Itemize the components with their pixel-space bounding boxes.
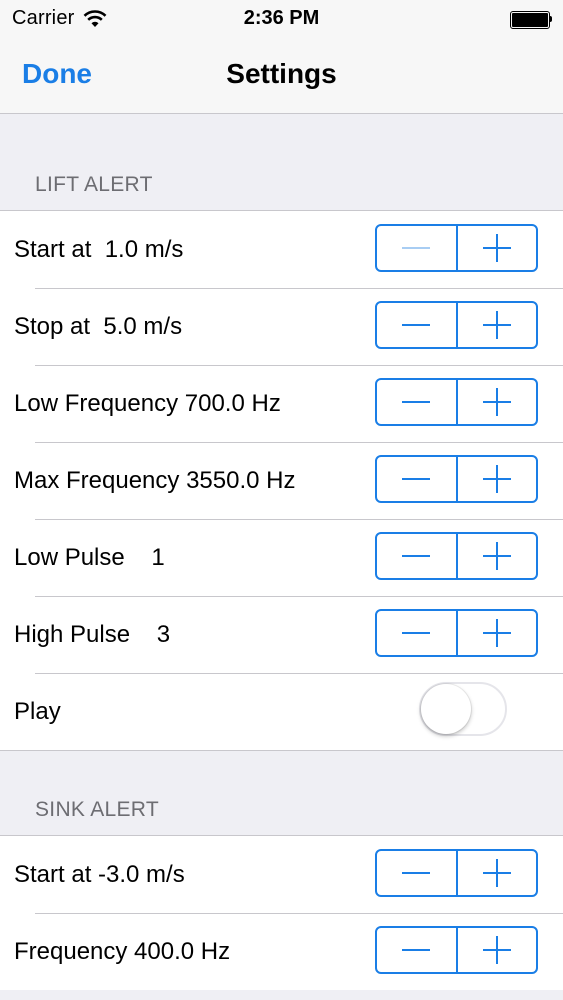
setting-label: Low Frequency 700.0 Hz — [14, 390, 281, 417]
sink-alert-group: Start at -3.0 m/s Frequency 400.0 Hz — [0, 835, 563, 990]
page-title: Settings — [226, 58, 337, 89]
setting-label: Start at -3.0 m/s — [14, 861, 185, 888]
increment-button[interactable] — [455, 380, 537, 424]
setting-label: Stop at 5.0 m/s — [14, 313, 183, 340]
plus-icon — [482, 388, 511, 416]
decrement-button[interactable] — [377, 611, 456, 655]
plus-icon — [482, 619, 511, 647]
setting-row-lift-start: Start at 1.0 m/s — [0, 211, 563, 288]
setting-label: Low Pulse 1 — [14, 544, 165, 571]
increment-button[interactable] — [455, 928, 537, 972]
setting-row-high-pulse: High Pulse 3 — [0, 596, 563, 673]
plus-icon — [482, 234, 511, 262]
minus-icon — [402, 619, 431, 647]
decrement-button[interactable] — [377, 534, 456, 578]
stepper-sink-start — [375, 849, 538, 897]
setting-label: Max Frequency 3550.0 Hz — [14, 467, 296, 494]
section-header-lift-alert: LIFT ALERT — [35, 173, 153, 196]
status-bar: Carrier 2:36 PM — [0, 0, 563, 38]
setting-row-play: Play — [0, 673, 563, 750]
stepper-lift-stop — [375, 301, 538, 349]
increment-button[interactable] — [455, 457, 537, 501]
play-toggle[interactable] — [419, 682, 507, 736]
minus-icon — [402, 936, 431, 964]
plus-icon — [482, 311, 511, 339]
minus-icon — [402, 311, 431, 339]
minus-icon — [402, 388, 431, 416]
increment-button[interactable] — [455, 303, 537, 347]
section-header-sink-alert: SINK ALERT — [35, 798, 159, 821]
setting-row-low-pulse: Low Pulse 1 — [0, 519, 563, 596]
increment-button[interactable] — [455, 534, 537, 578]
navigation-bar: Done Settings — [0, 38, 563, 114]
battery-icon — [510, 11, 552, 29]
minus-icon — [402, 859, 431, 887]
setting-label: High Pulse 3 — [14, 621, 171, 648]
decrement-button[interactable] — [377, 851, 456, 895]
decrement-button[interactable] — [377, 380, 456, 424]
minus-icon — [402, 542, 431, 570]
toggle-knob — [421, 684, 471, 734]
stepper-lift-start — [375, 224, 538, 272]
minus-icon — [402, 465, 431, 493]
stepper-max-frequency — [375, 455, 538, 503]
setting-row-low-frequency: Low Frequency 700.0 Hz — [0, 365, 563, 442]
increment-button[interactable] — [455, 611, 537, 655]
plus-icon — [482, 542, 511, 570]
lift-alert-group: Start at 1.0 m/s Stop at 5.0 m/s Low Fre… — [0, 210, 563, 751]
setting-row-sink-frequency: Frequency 400.0 Hz — [0, 913, 563, 990]
setting-row-max-frequency: Max Frequency 3550.0 Hz — [0, 442, 563, 519]
stepper-low-frequency — [375, 378, 538, 426]
decrement-button[interactable] — [377, 303, 456, 347]
plus-icon — [482, 936, 511, 964]
decrement-button[interactable] — [377, 457, 456, 501]
stepper-low-pulse — [375, 532, 538, 580]
play-label: Play — [14, 698, 61, 725]
decrement-button[interactable] — [377, 928, 456, 972]
stepper-sink-frequency — [375, 926, 538, 974]
setting-row-lift-stop: Stop at 5.0 m/s — [0, 288, 563, 365]
setting-label: Frequency 400.0 Hz — [14, 938, 231, 965]
plus-icon — [482, 465, 511, 493]
decrement-button[interactable] — [377, 226, 456, 270]
battery-fill — [512, 13, 548, 27]
increment-button[interactable] — [455, 851, 537, 895]
stepper-high-pulse — [375, 609, 538, 657]
minus-icon — [402, 234, 431, 262]
setting-label: Start at 1.0 m/s — [14, 236, 184, 263]
setting-row-sink-start: Start at -3.0 m/s — [0, 836, 563, 913]
status-time: 2:36 PM — [243, 7, 320, 29]
plus-icon — [482, 859, 511, 887]
increment-button[interactable] — [455, 226, 537, 270]
